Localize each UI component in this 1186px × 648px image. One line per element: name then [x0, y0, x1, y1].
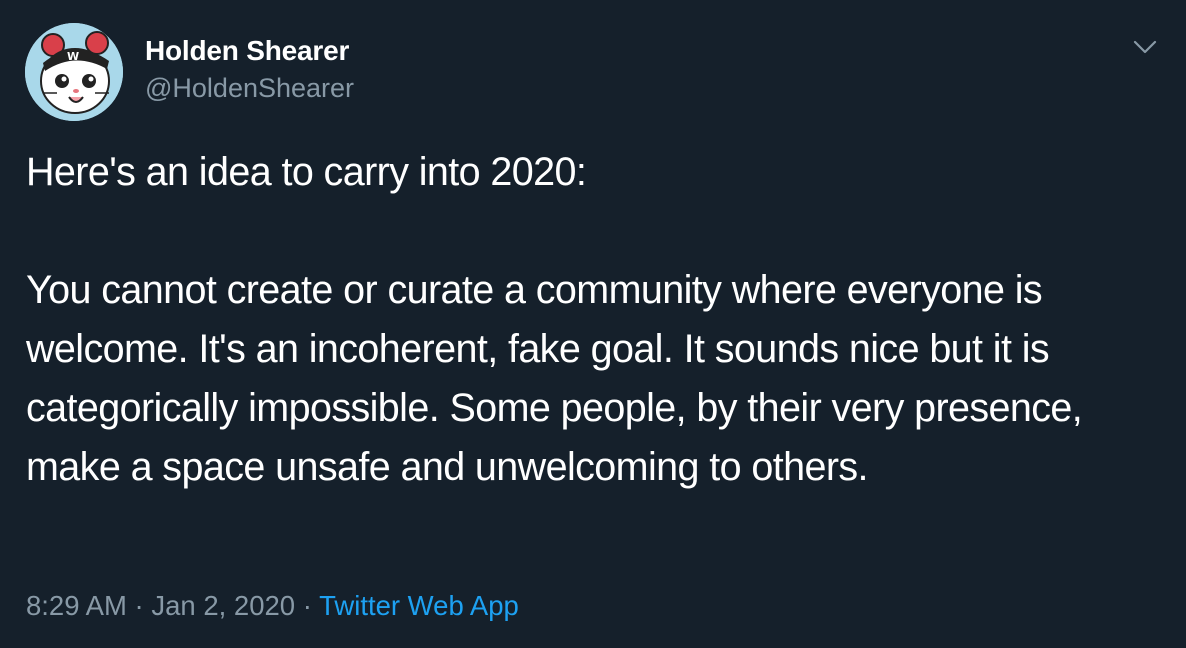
tweet-card: W Holden Shearer @HoldenShearer Here's a…: [0, 0, 1186, 648]
chevron-down-icon[interactable]: [1130, 32, 1160, 62]
tweet-time[interactable]: 8:29 AM: [26, 590, 127, 621]
separator-dot: ·: [302, 590, 312, 621]
author-handle[interactable]: @HoldenShearer: [145, 73, 354, 104]
hamster-avatar-icon[interactable]: W: [25, 23, 123, 121]
paragraph-break: [26, 202, 1166, 261]
tweet-text: Here's an idea to carry into 2020: You c…: [26, 143, 1166, 497]
tweet-metadata: 8:29 AM · Jan 2, 2020 · Twitter Web App: [26, 590, 519, 622]
tweet-source-link[interactable]: Twitter Web App: [319, 590, 519, 621]
tweet-date[interactable]: Jan 2, 2020: [151, 590, 295, 621]
tweet-text-paragraph: You cannot create or curate a community …: [26, 268, 1083, 489]
tweet-text-paragraph: Here's an idea to carry into 2020:: [26, 150, 587, 194]
svg-text:W: W: [67, 50, 79, 63]
separator-dot: ·: [134, 590, 144, 621]
author-display-name[interactable]: Holden Shearer: [145, 35, 349, 67]
